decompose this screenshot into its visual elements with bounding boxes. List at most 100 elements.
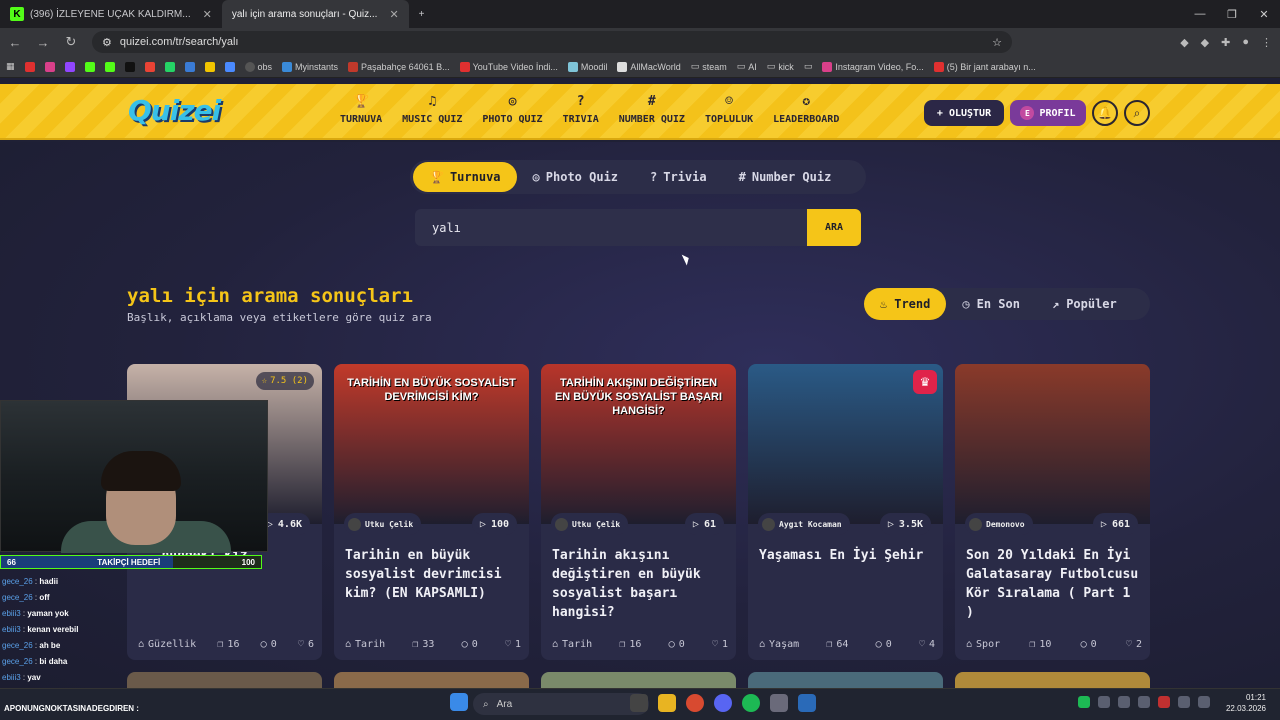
quiz-title[interactable]: Son 20 Yıldaki En İyi Galatasaray Futbol…: [966, 546, 1142, 622]
bookmark-obs[interactable]: obs: [244, 61, 272, 72]
kick-icon[interactable]: [104, 61, 115, 72]
like-count[interactable]: ♡ 4: [919, 639, 935, 650]
menu-dots-icon[interactable]: ⋮: [1261, 36, 1272, 49]
like-count[interactable]: ♡ 1: [505, 639, 521, 650]
bookmark-instagram-video[interactable]: Instagram Video, Fo...: [822, 61, 924, 72]
system-clock[interactable]: 01:21 22.03.2026: [1226, 692, 1266, 714]
app-icon[interactable]: [770, 694, 788, 712]
tray-icon[interactable]: [1138, 696, 1150, 708]
quiz-title[interactable]: Yaşaması En İyi Şehir: [759, 546, 935, 565]
taskbar-search[interactable]: ⌕ Ara: [473, 693, 649, 715]
site-logo[interactable]: Quizei: [128, 94, 221, 127]
apps-grid-icon[interactable]: ▦: [6, 61, 15, 72]
tab-number-quiz[interactable]: # Number Quiz: [723, 162, 848, 192]
tiktok-icon[interactable]: [124, 61, 135, 72]
minimize-icon[interactable]: —: [1184, 8, 1216, 20]
author-chip[interactable]: Aygıt Kocaman: [758, 513, 850, 535]
forward-arrow-icon[interactable]: →: [36, 35, 50, 50]
quiz-title[interactable]: Tarihin en büyük sosyalist devrimcisi ki…: [345, 546, 521, 603]
search-icon[interactable]: ⌕: [1124, 100, 1150, 126]
quiz-card[interactable]: Demonovo ▷ 661 Son 20 Yıldaki En İyi Galata…: [955, 364, 1150, 660]
close-tab-icon[interactable]: ✕: [389, 8, 398, 21]
category-tag[interactable]: ⌂ Tarih: [345, 639, 385, 650]
gmail-icon[interactable]: [144, 61, 155, 72]
sort-trend[interactable]: ♨ Trend: [864, 288, 947, 320]
kick-icon[interactable]: [84, 61, 95, 72]
reload-icon[interactable]: ↻: [64, 34, 78, 50]
nav-item-number-quiz[interactable]: # NUMBER QUIZ: [609, 94, 695, 125]
extension-icon[interactable]: ◆: [1201, 36, 1209, 49]
like-count[interactable]: ♡ 1: [712, 639, 728, 650]
puzzle-icon[interactable]: ✚: [1221, 36, 1230, 49]
quiz-card[interactable]: TARİHİN AKIŞINI DEĞİŞTİREN EN BÜYÜK SOSY…: [541, 364, 736, 660]
discord-icon[interactable]: [714, 694, 732, 712]
quiz-card[interactable]: TARİHİN EN BÜYÜK SOSYALİST DEVRİMCİSİ Kİ…: [334, 364, 529, 660]
browser-tab-active[interactable]: yalı için arama sonuçları - Quiz... ✕: [221, 0, 409, 28]
whatsapp-icon[interactable]: [164, 61, 175, 72]
wifi-icon[interactable]: [1178, 696, 1190, 708]
author-chip[interactable]: Demonovo: [965, 513, 1033, 535]
restore-icon[interactable]: ❐: [1216, 8, 1248, 21]
profile-icon[interactable]: ●: [1242, 36, 1249, 49]
youtube-icon[interactable]: [24, 61, 35, 72]
category-tag[interactable]: ⌂ Tarih: [552, 639, 592, 650]
bookmark-allmacworld[interactable]: AllMacWorld: [617, 61, 681, 72]
nav-item-turnuva[interactable]: 🏆 TURNUVA: [330, 94, 392, 125]
category-tag[interactable]: ⌂ Yaşam: [759, 639, 799, 650]
profile-button[interactable]: E PROFIL: [1010, 100, 1086, 126]
url-bar[interactable]: ⚙ quizei.com/tr/search/yalı ☆: [92, 31, 1012, 53]
bookmark-folder-kick[interactable]: ▭ kick: [767, 61, 794, 72]
tray-icon[interactable]: [1118, 696, 1130, 708]
bookmark-folder-ai[interactable]: ▭ AI: [737, 61, 757, 72]
bookmark-pasabahce[interactable]: Paşabahçe 64061 B...: [348, 61, 450, 72]
notification-bell-icon[interactable]: 🔔: [1092, 100, 1118, 126]
bookmark-star-icon[interactable]: ☆: [992, 36, 1002, 49]
file-explorer-icon[interactable]: [658, 694, 676, 712]
nav-item-photo-quiz[interactable]: ◎ PHOTO QUIZ: [472, 94, 552, 125]
site-info-icon[interactable]: ⚙: [102, 36, 112, 49]
app-icon[interactable]: [798, 694, 816, 712]
windows-start-icon[interactable]: [450, 693, 468, 711]
nav-item-trivia[interactable]: ? TRIVIA: [553, 94, 609, 125]
create-button[interactable]: + OLUŞTUR: [924, 100, 1004, 126]
bookmark-folder[interactable]: ▭: [804, 61, 813, 72]
author-chip[interactable]: Utku Çelik: [551, 513, 629, 535]
close-tab-icon[interactable]: ✕: [203, 8, 212, 21]
like-count[interactable]: ♡ 6: [298, 639, 314, 650]
instagram-icon[interactable]: [44, 61, 55, 72]
task-view-icon[interactable]: [630, 694, 648, 712]
sort-en-son[interactable]: ◷ En Son: [946, 288, 1036, 320]
bookmark-youtube-indir[interactable]: YouTube Video İndi...: [459, 61, 558, 72]
nav-item-leaderboard[interactable]: ✪ LEADERBOARD: [763, 94, 849, 125]
spotify-icon[interactable]: [742, 694, 760, 712]
bookmark-myinstants[interactable]: Myinstants: [282, 61, 338, 72]
search-input[interactable]: yalı: [415, 209, 807, 246]
search-button[interactable]: ARA: [807, 209, 861, 246]
tab-turnuva[interactable]: 🏆 Turnuva: [413, 162, 517, 192]
volume-icon[interactable]: [1198, 696, 1210, 708]
author-chip[interactable]: Utku Çelik: [344, 513, 422, 535]
bookmark-moodil[interactable]: Moodil: [567, 61, 607, 72]
tab-photo-quiz[interactable]: ◎ Photo Quiz: [517, 162, 634, 192]
quiz-title[interactable]: Tarihin akışını değiştiren en büyük sosy…: [552, 546, 728, 622]
like-count[interactable]: ♡ 2: [1126, 639, 1142, 650]
tray-icon[interactable]: [1098, 696, 1110, 708]
close-window-icon[interactable]: ✕: [1248, 8, 1280, 21]
bookmark-icon[interactable]: [204, 61, 215, 72]
quiz-card[interactable]: ♛ Aygıt Kocaman ▷ 3.5K Yaşaması En İyi Şehir…: [748, 364, 943, 660]
extension-icon[interactable]: ◆: [1180, 36, 1188, 49]
sort-popüler[interactable]: ↗ Popüler: [1036, 288, 1133, 320]
category-tag[interactable]: ⌂ Spor: [966, 639, 1000, 650]
bookmark-icon[interactable]: [184, 61, 195, 72]
browser-tab[interactable]: K (396) İZLEYENE UÇAK KALDIRM... ✕: [0, 0, 222, 28]
tray-icon[interactable]: [1078, 696, 1090, 708]
twitch-icon[interactable]: [64, 61, 75, 72]
bookmark-icon[interactable]: [224, 61, 235, 72]
back-arrow-icon[interactable]: ←: [8, 35, 22, 50]
new-tab-button[interactable]: +: [409, 0, 435, 28]
tray-icon[interactable]: [1158, 696, 1170, 708]
nav-item-topluluk[interactable]: ☺ TOPLULUK: [695, 94, 763, 125]
tab-trivia[interactable]: ? Trivia: [634, 162, 723, 192]
bookmark-jant[interactable]: (5) Bir jant arabayı n...: [933, 61, 1036, 72]
nav-item-music-quiz[interactable]: ♫ MUSIC QUIZ: [392, 94, 472, 125]
